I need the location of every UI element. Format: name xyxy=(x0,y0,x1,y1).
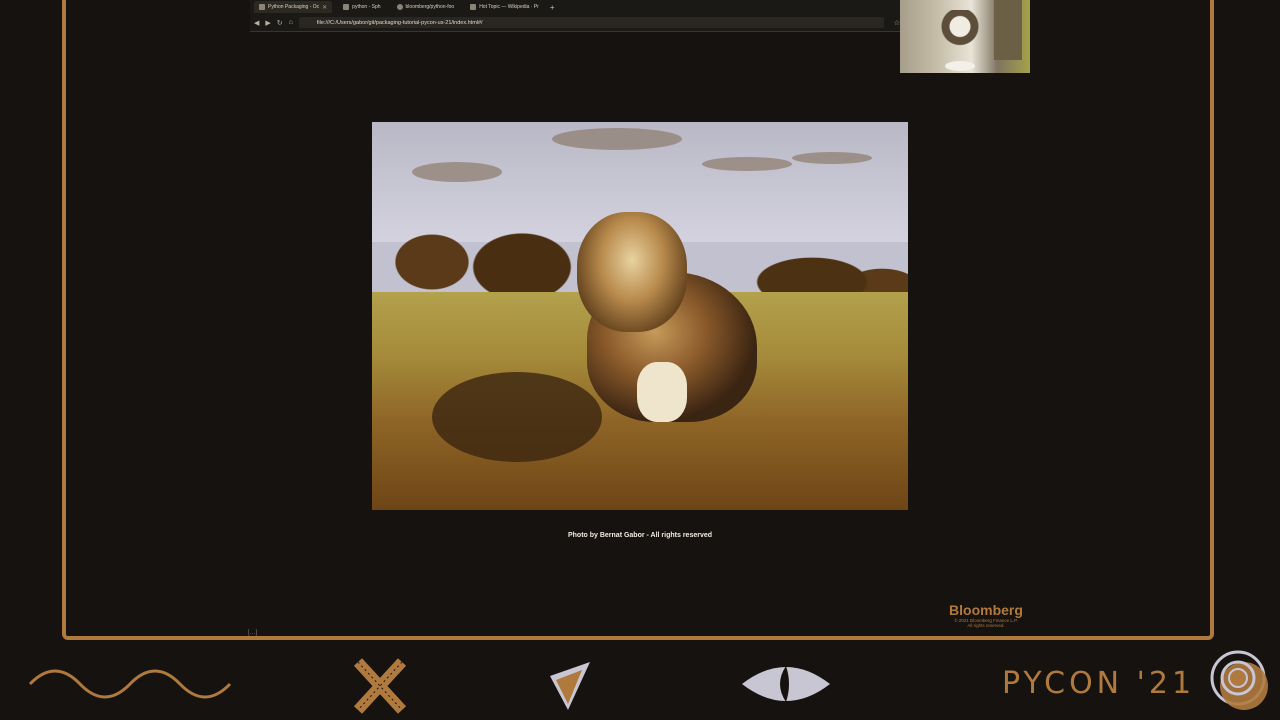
page-icon xyxy=(470,4,477,10)
dog-head xyxy=(577,212,687,332)
sponsor-fine-print: All rights reserved. xyxy=(967,623,1005,628)
cloud xyxy=(552,128,682,150)
presenter xyxy=(940,10,980,65)
tab-bar: Python Packaging - Oc ✕ python - Sph blo… xyxy=(250,0,904,14)
photo-caption: Photo by Bernat Gabor - All rights reser… xyxy=(567,532,713,539)
target-icon xyxy=(1210,650,1268,710)
page-icon xyxy=(343,4,350,10)
address-bar[interactable]: file:///C:/Users/gabor/git/packaging-tut… xyxy=(298,17,884,28)
tab-title: bloomberg/python-foo xyxy=(405,4,455,10)
cloud xyxy=(412,162,502,182)
cross-icon xyxy=(353,658,407,714)
plate xyxy=(945,61,975,71)
eye-icon xyxy=(742,666,830,702)
back-icon[interactable]: ◀ xyxy=(254,19,259,27)
tab-python[interactable]: python - Sph xyxy=(338,1,385,13)
dog-photo xyxy=(372,122,908,510)
background-shelf xyxy=(994,0,1022,60)
status-snippet: […] xyxy=(248,630,258,636)
close-icon[interactable]: ✕ xyxy=(322,4,327,11)
cloud xyxy=(792,152,872,164)
tab-title: Python Packaging - Oc xyxy=(268,4,320,10)
tab-python-packaging[interactable]: Python Packaging - Oc ✕ xyxy=(254,1,333,13)
tab-title: python - Sph xyxy=(352,4,381,10)
browser-window: Python Packaging - Oc ✕ python - Sph blo… xyxy=(250,0,900,32)
reload-icon[interactable]: ↻ xyxy=(277,19,283,27)
wave-icon xyxy=(28,669,232,699)
home-icon[interactable]: ⌂ xyxy=(289,19,293,26)
forward-icon[interactable]: ▶ xyxy=(265,19,270,27)
bloomberg-logo: Bloomberg © 2021 Bloomberg Finance L.P. … xyxy=(940,602,1032,628)
tab-github[interactable]: bloomberg/python-foo xyxy=(392,1,460,13)
dog-chest xyxy=(637,362,687,422)
triangle-arrow-icon xyxy=(550,662,590,710)
tab-title: Hot Topic — Wikipedia · Pr xyxy=(479,4,539,10)
new-tab-icon[interactable]: + xyxy=(550,3,555,12)
pycon-brand: PYCON '21 xyxy=(1002,666,1196,701)
dog xyxy=(567,212,767,432)
cloud xyxy=(702,157,792,171)
page-icon xyxy=(259,4,265,10)
tab-wikipedia[interactable]: Hot Topic — Wikipedia · Pr xyxy=(465,1,544,13)
address-row: ◀ ▶ ↻ ⌂ file:///C:/Users/gabor/git/packa… xyxy=(250,14,900,31)
github-icon xyxy=(396,4,403,10)
sponsor-name: Bloomberg xyxy=(949,602,1023,618)
webcam-feed xyxy=(900,0,1030,73)
